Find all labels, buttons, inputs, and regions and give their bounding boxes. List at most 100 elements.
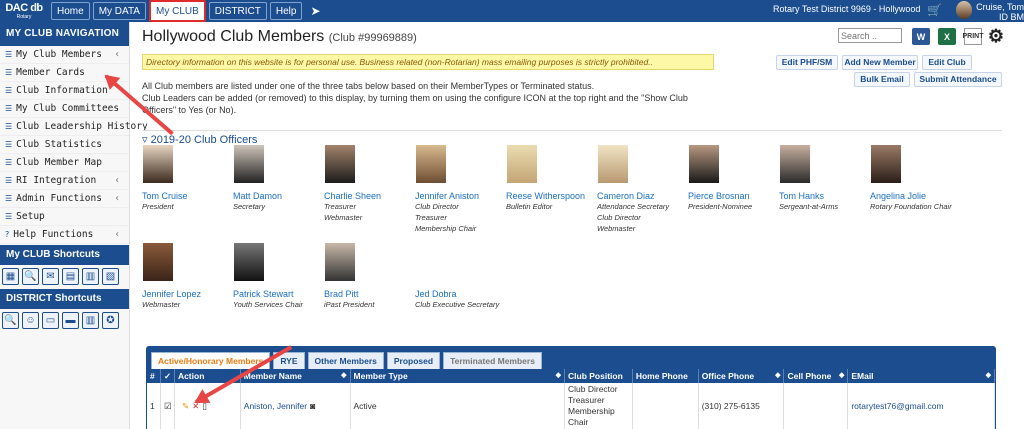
column-header-office-phone[interactable]: Office Phone ◆ (699, 369, 785, 383)
list-icon: ☰ (5, 194, 13, 203)
list-icon: ☰ (5, 50, 13, 59)
sidebar-item-club-leadership-history[interactable]: ☰ Club Leadership History (0, 118, 148, 136)
officer-photo[interactable] (871, 145, 901, 183)
nav-tab-my-data[interactable]: My DATA (92, 2, 146, 20)
officer-name[interactable]: Charlie Sheen (324, 191, 414, 201)
district-shortcuts-header: DISTRICT Shortcuts (0, 289, 129, 309)
officer-role: Webmaster (142, 300, 181, 309)
members-grid-shortcut-icon[interactable]: ▦ (2, 268, 19, 285)
sidebar-item-setup[interactable]: ☰ Setup (0, 208, 129, 226)
edit-pencil-icon[interactable]: ✎ (182, 401, 189, 412)
tab-proposed[interactable]: Proposed (386, 352, 441, 369)
page-title: Hollywood Club Members (Club #99969889) (142, 28, 417, 46)
column-header-home-phone[interactable]: Home Phone (633, 369, 699, 383)
officer-name[interactable]: Reese Witherspoon (506, 191, 596, 201)
column-header-member-name[interactable]: Member Name ◆ (241, 369, 351, 383)
edit-phf-sm-button[interactable]: Edit PHF/SM (776, 55, 838, 70)
email-shortcut-icon[interactable]: ✉ (42, 268, 59, 285)
officer-name[interactable]: Pierce Brosnan (688, 191, 778, 201)
user-menu[interactable]: Cruise, Tom ID BM (976, 2, 1024, 22)
sidebar-item-help-functions[interactable]: ? Help Functions ‹ (0, 226, 129, 244)
officer-name[interactable]: Patrick Stewart (233, 289, 323, 299)
sidebar-item-my-club-committees[interactable]: ☰ My Club Committees (0, 100, 129, 118)
officer-photo[interactable] (143, 145, 173, 183)
column-header-club-position[interactable]: Club Position (565, 369, 633, 383)
officer-name[interactable]: Tom Cruise (142, 191, 232, 201)
word-export-icon[interactable]: W (912, 28, 930, 45)
officer-role: Secretary (233, 202, 266, 211)
edit-club-button[interactable]: Edit Club (922, 55, 972, 70)
bulk-email-button[interactable]: Bulk Email (854, 72, 910, 87)
column-header-member-type[interactable]: Member Type ◆ (351, 369, 565, 383)
sidebar-item-label: RI Integration (16, 175, 97, 186)
stats-shortcut-icon[interactable]: ▥ (82, 268, 99, 285)
reports-shortcut-icon[interactable]: ▧ (102, 268, 119, 285)
district-search-shortcut-icon[interactable]: 🔍 (2, 312, 19, 329)
district-folder-shortcut-icon[interactable]: ▭ (42, 312, 59, 329)
officer-role: President (142, 202, 174, 211)
camera-icon[interactable]: ◙ (310, 401, 315, 412)
officer-photo[interactable] (234, 145, 264, 183)
officer-card: Tom Cruise President (142, 145, 232, 212)
tab-other-members[interactable]: Other Members (307, 352, 384, 369)
member-name-link[interactable]: Aniston, Jennifer ◙ (241, 383, 351, 429)
district-files-shortcut-icon[interactable]: ▬ (62, 312, 79, 329)
district-chart-shortcut-icon[interactable]: ▥ (82, 312, 99, 329)
search-shortcut-icon[interactable]: 🔍 (22, 268, 39, 285)
sidebar-item-admin-functions[interactable]: ☰ Admin Functions ‹ (0, 190, 129, 208)
sidebar-item-club-member-map[interactable]: ☰ Club Member Map (0, 154, 129, 172)
officer-name[interactable]: Jed Dobra (415, 289, 505, 299)
excel-export-icon[interactable]: X (938, 28, 956, 45)
column-label: Home Phone (635, 371, 688, 381)
officer-photo[interactable] (325, 243, 355, 281)
officer-name[interactable]: Jennifer Lopez (142, 289, 232, 299)
cart-icon[interactable]: 🛒 (927, 3, 942, 17)
officer-photo[interactable] (598, 145, 628, 183)
officer-photo[interactable] (416, 145, 446, 183)
officer-name[interactable]: Matt Damon (233, 191, 323, 201)
nav-tab-help[interactable]: Help (269, 2, 303, 20)
sidebar-item-my-club-members[interactable]: ☰ My Club Members ‹ (0, 46, 129, 64)
officer-photo[interactable] (689, 145, 719, 183)
row-checkbox[interactable]: ☑ (161, 383, 175, 429)
officer-photo[interactable] (143, 243, 173, 281)
question-icon: ? (5, 230, 10, 239)
district-award-shortcut-icon[interactable]: ✪ (102, 312, 119, 329)
nav-tab-my-club[interactable]: My CLUB (148, 0, 206, 22)
column-header-cell-phone[interactable]: Cell Phone ◆ (784, 369, 849, 383)
tab-terminated-members[interactable]: Terminated Members (443, 352, 542, 369)
officer-photo[interactable] (325, 145, 355, 183)
officer-card: Jennifer Aniston Club Director Treasurer… (415, 145, 505, 234)
list-icon: ☰ (5, 86, 13, 95)
sidebar-item-ri-integration[interactable]: ☰ RI Integration ‹ (0, 172, 129, 190)
user-avatar[interactable] (956, 1, 972, 19)
calendar-shortcut-icon[interactable]: ▤ (62, 268, 79, 285)
add-new-member-button[interactable]: Add New Member (842, 55, 918, 70)
officer-photo[interactable] (507, 145, 537, 183)
row-number: 1 (147, 383, 161, 429)
column-header-select[interactable]: ✓ (161, 369, 175, 383)
search-input[interactable] (838, 28, 902, 43)
member-name: Aniston, Jennifer (243, 400, 308, 411)
officer-role: Club Director (415, 202, 459, 211)
sidebar-item-club-statistics[interactable]: ☰ Club Statistics (0, 136, 129, 154)
nav-tab-district[interactable]: DISTRICT (208, 2, 267, 20)
dacdb-logo[interactable]: DAC db Rotary (0, 0, 48, 22)
column-header-email[interactable]: EMail ◆ (848, 369, 995, 383)
officer-card: Jennifer Lopez Webmaster (142, 243, 232, 310)
print-icon[interactable]: PRINT (963, 28, 984, 45)
officer-name[interactable]: Jennifer Aniston (415, 191, 505, 201)
officer-name[interactable]: Tom Hanks (779, 191, 869, 201)
officer-name[interactable]: Brad Pitt (324, 289, 414, 299)
list-icon: ☰ (5, 176, 13, 185)
officer-photo[interactable] (234, 243, 264, 281)
officer-name[interactable]: Angelina Jolie (870, 191, 960, 201)
officer-name[interactable]: Cameron Diaz (597, 191, 687, 201)
submit-attendance-button[interactable]: Submit Attendance (914, 72, 1002, 87)
nav-tab-home[interactable]: Home (51, 2, 90, 20)
email-link[interactable]: rotarytest76@gmail.com (848, 383, 995, 429)
officer-photo[interactable] (780, 145, 810, 183)
sidebar-item-label: My Club Committees (16, 103, 120, 114)
district-people-shortcut-icon[interactable]: ☺ (22, 312, 39, 329)
gear-icon[interactable]: ⚙ (987, 26, 1005, 46)
